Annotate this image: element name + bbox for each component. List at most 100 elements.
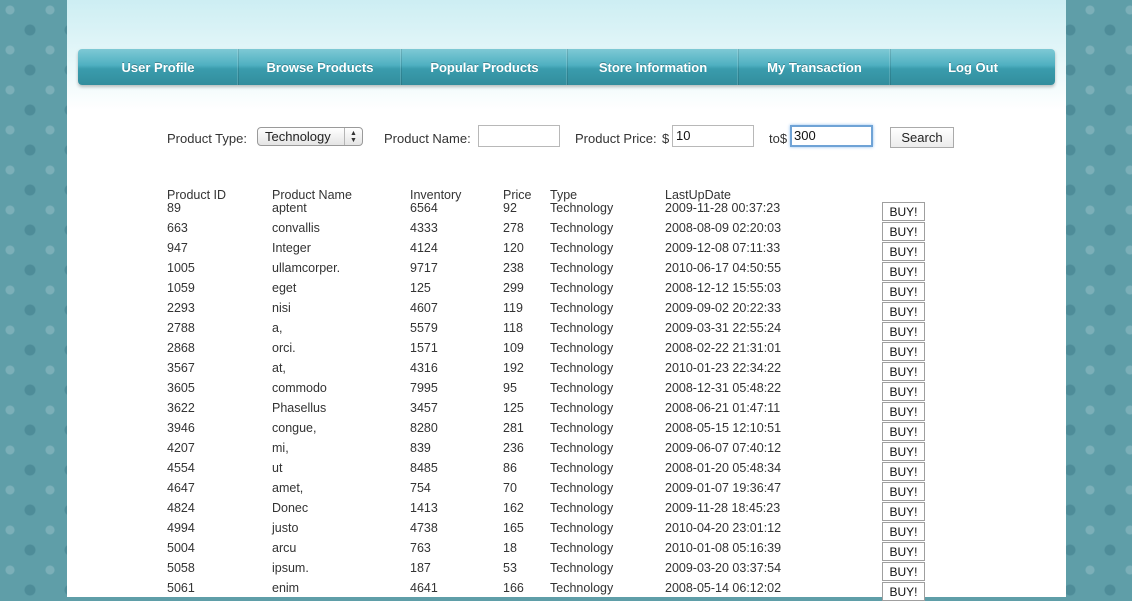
nav-popular-products[interactable]: Popular Products bbox=[402, 49, 568, 85]
cell-type: Technology bbox=[550, 581, 614, 595]
cell-inventory: 6564 bbox=[410, 201, 438, 215]
cell-type: Technology bbox=[550, 501, 614, 515]
buy-button[interactable]: BUY! bbox=[882, 202, 925, 221]
nav-store-information[interactable]: Store Information bbox=[568, 49, 739, 85]
nav-my-transaction[interactable]: My Transaction bbox=[739, 49, 891, 85]
table-row: 947 Integer 4124 120 Technology 2009-12-08 07… bbox=[67, 241, 1066, 261]
cell-product-name: Donec bbox=[272, 501, 309, 515]
cell-price: 281 bbox=[503, 421, 524, 435]
cell-inventory: 187 bbox=[410, 561, 431, 575]
table-row: 3605 commodo 7995 95 Technology 2008-12-31 05… bbox=[67, 381, 1066, 401]
price-to-label: to$ bbox=[769, 131, 788, 146]
cell-inventory: 763 bbox=[410, 541, 431, 555]
nav-user-profile[interactable]: User Profile bbox=[78, 49, 239, 85]
cell-price: 109 bbox=[503, 341, 524, 355]
cell-product-name: enim bbox=[272, 581, 300, 595]
cell-product-name: commodo bbox=[272, 381, 327, 395]
cell-product-name: ullamcorper. bbox=[272, 261, 341, 275]
header-product-id: Product ID bbox=[167, 188, 227, 202]
buy-button[interactable]: BUY! bbox=[882, 502, 925, 521]
product-name-input[interactable] bbox=[478, 125, 560, 147]
table-header: Product ID Product Name Inventory Price … bbox=[67, 187, 1066, 202]
cell-price: 192 bbox=[503, 361, 524, 375]
cell-inventory: 4607 bbox=[410, 301, 438, 315]
header-price: Price bbox=[503, 188, 532, 202]
cell-type: Technology bbox=[550, 541, 614, 555]
cell-inventory: 4738 bbox=[410, 521, 438, 535]
cell-price: 18 bbox=[503, 541, 517, 555]
cell-last-update: 2008-05-15 12:10:51 bbox=[665, 421, 782, 435]
product-type-select[interactable]: Technology ▲ ▼ bbox=[257, 127, 363, 146]
cell-type: Technology bbox=[550, 301, 614, 315]
cell-last-update: 2009-03-31 22:55:24 bbox=[665, 321, 782, 335]
buy-button[interactable]: BUY! bbox=[882, 342, 925, 361]
cell-price: 125 bbox=[503, 401, 524, 415]
cell-price: 299 bbox=[503, 281, 524, 295]
cell-product-id: 5061 bbox=[167, 581, 195, 595]
cell-inventory: 3457 bbox=[410, 401, 438, 415]
price-to-input[interactable]: 300 bbox=[790, 125, 873, 147]
cell-inventory: 1571 bbox=[410, 341, 438, 355]
buy-button[interactable]: BUY! bbox=[882, 482, 925, 501]
product-name-label: Product Name: bbox=[384, 131, 471, 146]
cell-price: 166 bbox=[503, 581, 524, 595]
price-from-input[interactable]: 10 bbox=[672, 125, 754, 147]
buy-button[interactable]: BUY! bbox=[882, 582, 925, 601]
nav-log-out[interactable]: Log Out bbox=[891, 49, 1055, 85]
cell-product-name: ut bbox=[272, 461, 283, 475]
buy-button[interactable]: BUY! bbox=[882, 222, 925, 241]
cell-last-update: 2010-04-20 23:01:12 bbox=[665, 521, 782, 535]
table-row: 89 aptent 6564 92 Technology 2009-11-28 00:37… bbox=[67, 201, 1066, 221]
table-row: 2788 a, 5579 118 Technology 2009-03-31 22:55:… bbox=[67, 321, 1066, 341]
cell-product-id: 4824 bbox=[167, 501, 195, 515]
buy-button[interactable]: BUY! bbox=[882, 562, 925, 581]
cell-product-id: 1005 bbox=[167, 261, 195, 275]
cell-last-update: 2008-06-21 01:47:11 bbox=[665, 401, 781, 415]
cell-last-update: 2010-01-23 22:34:22 bbox=[665, 361, 782, 375]
cell-inventory: 8280 bbox=[410, 421, 438, 435]
buy-button[interactable]: BUY! bbox=[882, 362, 925, 381]
header-last-update: LastUpDate bbox=[665, 188, 732, 202]
cell-product-id: 4554 bbox=[167, 461, 195, 475]
buy-button[interactable]: BUY! bbox=[882, 522, 925, 541]
buy-button[interactable]: BUY! bbox=[882, 302, 925, 321]
cell-inventory: 9717 bbox=[410, 261, 438, 275]
header-type: Type bbox=[550, 188, 578, 202]
table-row: 5004 arcu 763 18 Technology 2010-01-08 05:16:… bbox=[67, 541, 1066, 561]
cell-product-name: mi, bbox=[272, 441, 289, 455]
cell-type: Technology bbox=[550, 481, 614, 495]
cell-last-update: 2009-06-07 07:40:12 bbox=[665, 441, 782, 455]
buy-button[interactable]: BUY! bbox=[882, 382, 925, 401]
cell-last-update: 2009-01-07 19:36:47 bbox=[665, 481, 782, 495]
cell-price: 165 bbox=[503, 521, 524, 535]
buy-button[interactable]: BUY! bbox=[882, 262, 925, 281]
cell-product-name: ipsum. bbox=[272, 561, 309, 575]
cell-price: 118 bbox=[503, 321, 523, 335]
cell-type: Technology bbox=[550, 281, 614, 295]
cell-type: Technology bbox=[550, 201, 614, 215]
cell-inventory: 125 bbox=[410, 281, 431, 295]
buy-button[interactable]: BUY! bbox=[882, 402, 925, 421]
cell-price: 70 bbox=[503, 481, 517, 495]
nav-browse-products[interactable]: Browse Products bbox=[239, 49, 402, 85]
cell-last-update: 2008-08-09 02:20:03 bbox=[665, 221, 782, 235]
buy-button[interactable]: BUY! bbox=[882, 462, 925, 481]
table-row: 4554 ut 8485 86 Technology 2008-01-20 05:48:3… bbox=[67, 461, 1066, 481]
cell-product-name: orci. bbox=[272, 341, 296, 355]
cell-type: Technology bbox=[550, 261, 614, 275]
buy-button[interactable]: BUY! bbox=[882, 322, 925, 341]
buy-button[interactable]: BUY! bbox=[882, 542, 925, 561]
cell-inventory: 4333 bbox=[410, 221, 438, 235]
buy-button[interactable]: BUY! bbox=[882, 422, 925, 441]
cell-last-update: 2009-09-02 20:22:33 bbox=[665, 301, 782, 315]
search-button[interactable]: Search bbox=[890, 127, 954, 148]
cell-product-id: 4994 bbox=[167, 521, 195, 535]
cell-type: Technology bbox=[550, 441, 614, 455]
buy-button[interactable]: BUY! bbox=[882, 282, 925, 301]
buy-button[interactable]: BUY! bbox=[882, 442, 925, 461]
cell-product-id: 89 bbox=[167, 201, 181, 215]
cell-type: Technology bbox=[550, 421, 614, 435]
product-type-label: Product Type: bbox=[167, 131, 247, 146]
cell-product-id: 4207 bbox=[167, 441, 195, 455]
buy-button[interactable]: BUY! bbox=[882, 242, 925, 261]
